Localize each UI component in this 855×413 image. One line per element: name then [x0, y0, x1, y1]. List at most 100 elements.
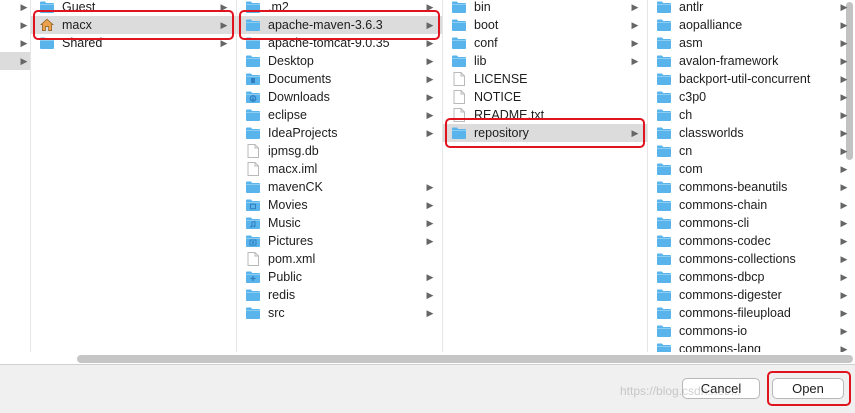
list-item[interactable]: macx ▶: [31, 16, 236, 34]
list-item[interactable]: cn ▶: [648, 142, 855, 160]
item-label: commons-io: [679, 324, 748, 338]
sidebar-row[interactable]: ▶: [0, 16, 30, 34]
item-label: commons-digester: [679, 288, 782, 302]
list-item[interactable]: LICENSE▶: [443, 70, 647, 88]
list-item[interactable]: eclipse ▶: [237, 106, 442, 124]
folder-icon: [656, 324, 672, 338]
dialog-footer: Cancel Open: [0, 364, 855, 413]
list-item[interactable]: commons-collections ▶: [648, 250, 855, 268]
list-item[interactable]: Pictures ▶: [237, 232, 442, 250]
folder-icon: [245, 288, 261, 302]
list-item[interactable]: classworlds ▶: [648, 124, 855, 142]
folder-icon: [245, 126, 261, 140]
list-item[interactable]: avalon-framework ▶: [648, 52, 855, 70]
list-item[interactable]: NOTICE▶: [443, 88, 647, 106]
column-repository[interactable]: antlr ▶ aopalliance ▶ asm ▶ avalon-framewor…: [647, 0, 855, 352]
list-item[interactable]: Shared ▶: [31, 34, 236, 52]
list-item[interactable]: apache-tomcat-9.0.35 ▶: [237, 34, 442, 52]
list-item[interactable]: commons-io ▶: [648, 322, 855, 340]
list-item[interactable]: Downloads ▶: [237, 88, 442, 106]
list-item[interactable]: Documents ▶: [237, 70, 442, 88]
item-label: src: [268, 306, 285, 320]
folder-icon: [245, 216, 261, 230]
column-browser: ▶ ▶ ▶ ▶ Guest ▶ macx ▶ Shared ▶ .m2 ▶ apache-ma…: [0, 0, 855, 364]
horizontal-scrollbar[interactable]: [77, 355, 853, 363]
chevron-right-icon: ▶: [840, 91, 848, 102]
list-item[interactable]: commons-chain ▶: [648, 196, 855, 214]
list-item[interactable]: IdeaProjects ▶: [237, 124, 442, 142]
list-item[interactable]: .m2 ▶: [237, 0, 442, 16]
open-button[interactable]: Open: [772, 378, 844, 399]
list-item[interactable]: lib ▶: [443, 52, 647, 70]
item-label: antlr: [679, 0, 704, 14]
list-item[interactable]: commons-beanutils ▶: [648, 178, 855, 196]
chevron-right-icon: ▶: [631, 19, 639, 30]
item-label: commons-lang: [679, 342, 761, 352]
list-item[interactable]: com ▶: [648, 160, 855, 178]
chevron-right-icon: ▶: [426, 235, 434, 246]
folder-icon: [39, 0, 55, 14]
list-item[interactable]: backport-util-concurrent ▶: [648, 70, 855, 88]
list-item[interactable]: aopalliance ▶: [648, 16, 855, 34]
chevron-right-icon: ▶: [840, 289, 848, 300]
list-item[interactable]: macx.iml▶: [237, 160, 442, 178]
list-item[interactable]: antlr ▶: [648, 0, 855, 16]
list-item[interactable]: Desktop ▶: [237, 52, 442, 70]
list-item[interactable]: Public ▶: [237, 268, 442, 286]
list-item[interactable]: src ▶: [237, 304, 442, 322]
sidebar-row[interactable]: ▶: [0, 34, 30, 52]
chevron-right-icon: ▶: [840, 181, 848, 192]
list-item[interactable]: Music ▶: [237, 214, 442, 232]
list-item[interactable]: repository ▶: [443, 124, 647, 142]
list-item[interactable]: pom.xml▶: [237, 250, 442, 268]
folder-icon: [656, 144, 672, 158]
list-item[interactable]: c3p0 ▶: [648, 88, 855, 106]
file-icon: [245, 144, 261, 158]
column-home-macx[interactable]: .m2 ▶ apache-maven-3.6.3 ▶ apache-tomcat-9…: [236, 0, 442, 352]
list-item[interactable]: README.txt▶: [443, 106, 647, 124]
list-item[interactable]: commons-dbcp ▶: [648, 268, 855, 286]
folder-icon: [656, 234, 672, 248]
sidebar-row[interactable]: ▶: [0, 0, 30, 16]
list-item[interactable]: bin ▶: [443, 0, 647, 16]
item-label: com: [679, 162, 703, 176]
folder-icon: [656, 180, 672, 194]
folder-icon: [245, 36, 261, 50]
item-label: cn: [679, 144, 693, 158]
list-item[interactable]: redis ▶: [237, 286, 442, 304]
list-item[interactable]: ch ▶: [648, 106, 855, 124]
folder-icon: [656, 270, 672, 284]
chevron-right-icon: ▶: [631, 127, 639, 138]
list-item[interactable]: commons-fileupload ▶: [648, 304, 855, 322]
list-item[interactable]: Guest ▶: [31, 0, 236, 16]
list-item[interactable]: asm ▶: [648, 34, 855, 52]
list-item[interactable]: commons-codec ▶: [648, 232, 855, 250]
list-item[interactable]: conf ▶: [443, 34, 647, 52]
list-item[interactable]: commons-lang ▶: [648, 340, 855, 352]
column-0[interactable]: ▶ ▶ ▶ ▶: [0, 0, 30, 352]
item-label: Documents: [268, 72, 332, 86]
list-item[interactable]: apache-maven-3.6.3 ▶: [237, 16, 442, 34]
folder-icon: [245, 180, 261, 194]
column-apache-maven[interactable]: bin▶ boot▶ conf▶ lib▶ LICENSE▶ NOTICE▶ R…: [442, 0, 647, 352]
list-item[interactable]: ipmsg.db▶: [237, 142, 442, 160]
folder-icon: [656, 90, 672, 104]
folder-icon: [656, 36, 672, 50]
cancel-button[interactable]: Cancel: [682, 378, 760, 399]
list-item[interactable]: commons-digester ▶: [648, 286, 855, 304]
list-item[interactable]: commons-cli ▶: [648, 214, 855, 232]
column-users[interactable]: Guest ▶ macx ▶ Shared ▶: [30, 0, 236, 352]
chevron-right-icon: ▶: [426, 127, 434, 138]
folder-icon: [245, 72, 261, 86]
chevron-right-icon: ▶: [426, 109, 434, 120]
item-label: redis: [268, 288, 296, 302]
chevron-right-icon: ▶: [840, 37, 848, 48]
list-item[interactable]: mavenCK ▶: [237, 178, 442, 196]
sidebar-row[interactable]: ▶: [0, 52, 30, 70]
folder-icon: [451, 54, 467, 68]
folder-icon: [245, 18, 261, 32]
item-label: eclipse: [268, 108, 307, 122]
list-item[interactable]: boot ▶: [443, 16, 647, 34]
list-item[interactable]: Movies ▶: [237, 196, 442, 214]
chevron-right-icon: ▶: [426, 19, 434, 30]
